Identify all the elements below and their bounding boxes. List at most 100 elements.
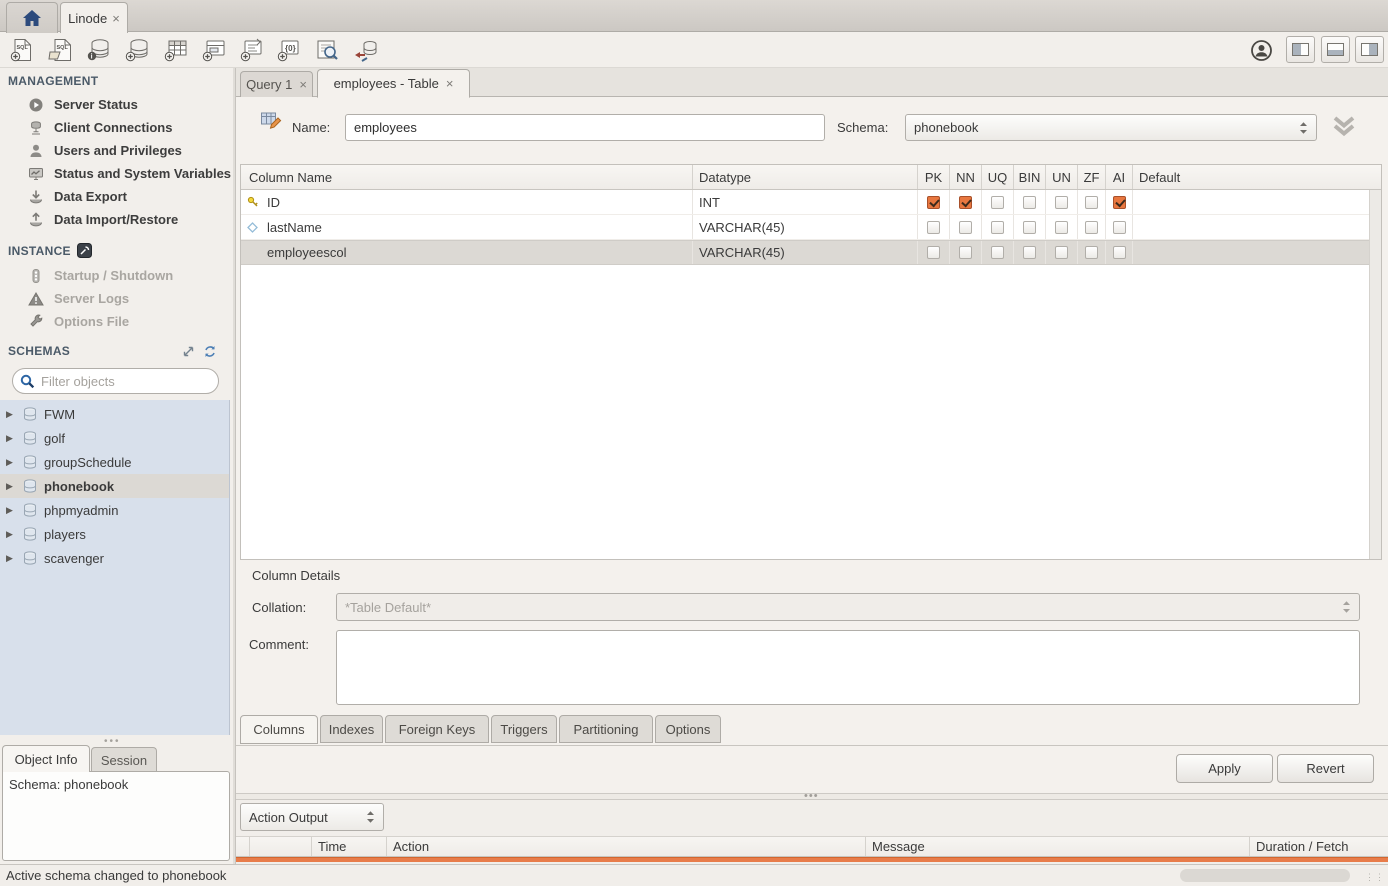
column-datatype[interactable]: VARCHAR(45) bbox=[693, 241, 918, 264]
expander-icon[interactable]: ▶ bbox=[6, 505, 16, 516]
apply-button[interactable]: Apply bbox=[1176, 754, 1273, 783]
pk-checkbox[interactable] bbox=[927, 246, 940, 259]
column-row-lastname[interactable]: lastName VARCHAR(45) bbox=[241, 215, 1381, 240]
output-selected-row[interactable] bbox=[236, 857, 1388, 862]
schema-row-groupschedule[interactable]: ▶ groupSchedule bbox=[0, 450, 229, 474]
spinner-arrows-icon[interactable] bbox=[1342, 600, 1351, 614]
schema-row-phpmyadmin[interactable]: ▶ phpmyadmin bbox=[0, 498, 229, 522]
nn-checkbox[interactable] bbox=[959, 196, 972, 209]
create-table-icon[interactable] bbox=[162, 37, 190, 63]
zf-checkbox[interactable] bbox=[1085, 221, 1098, 234]
tab-options[interactable]: Options bbox=[655, 715, 721, 743]
data-import-wizard-icon[interactable] bbox=[352, 37, 380, 63]
column-row-id[interactable]: ID INT bbox=[241, 190, 1381, 215]
header-bin[interactable]: BIN bbox=[1014, 165, 1046, 189]
nn-checkbox[interactable] bbox=[959, 246, 972, 259]
output-selector[interactable]: Action Output bbox=[240, 803, 384, 831]
uq-checkbox[interactable] bbox=[991, 221, 1004, 234]
close-icon[interactable]: × bbox=[112, 11, 120, 26]
output-header-message[interactable]: Message bbox=[866, 837, 1250, 856]
header-un[interactable]: UN bbox=[1046, 165, 1078, 189]
header-datatype[interactable]: Datatype bbox=[693, 165, 918, 189]
tab-session[interactable]: Session bbox=[91, 747, 157, 772]
sidebar-item-server-logs[interactable]: Server Logs bbox=[0, 287, 233, 310]
header-zf[interactable]: ZF bbox=[1078, 165, 1106, 189]
open-sql-script-icon[interactable]: SQL bbox=[46, 37, 74, 63]
output-header-time[interactable]: Time bbox=[312, 837, 387, 856]
output-splitter[interactable]: ••• bbox=[236, 793, 1388, 800]
connection-status-icon[interactable] bbox=[1247, 37, 1275, 63]
toggle-right-panel-button[interactable] bbox=[1355, 36, 1384, 63]
expand-schemas-icon[interactable] bbox=[182, 345, 195, 358]
schema-row-scavenger[interactable]: ▶ scavenger bbox=[0, 546, 229, 570]
tab-triggers[interactable]: Triggers bbox=[491, 715, 557, 743]
panel-resize-grip[interactable]: ••• bbox=[104, 736, 121, 747]
table-inspector-icon[interactable] bbox=[313, 37, 341, 63]
expander-icon[interactable]: ▶ bbox=[6, 529, 16, 540]
header-nn[interactable]: NN bbox=[950, 165, 982, 189]
column-row-employeescol[interactable]: employeescol VARCHAR(45) bbox=[241, 240, 1381, 265]
connection-tab[interactable]: Linode × bbox=[60, 2, 128, 33]
close-icon[interactable]: × bbox=[299, 77, 307, 92]
header-column-name[interactable]: Column Name bbox=[241, 165, 693, 189]
expander-icon[interactable]: ▶ bbox=[6, 553, 16, 564]
tab-partitioning[interactable]: Partitioning bbox=[559, 715, 653, 743]
spinner-arrows-icon[interactable] bbox=[1299, 121, 1308, 135]
comment-textarea[interactable] bbox=[336, 630, 1360, 705]
close-icon[interactable]: × bbox=[446, 76, 454, 91]
grid-vertical-scrollbar[interactable] bbox=[1369, 190, 1381, 559]
pk-checkbox[interactable] bbox=[927, 196, 940, 209]
create-procedure-icon[interactable] bbox=[238, 37, 266, 63]
spinner-arrows-icon[interactable] bbox=[366, 810, 375, 824]
expander-icon[interactable]: ▶ bbox=[6, 457, 16, 468]
column-datatype[interactable]: VARCHAR(45) bbox=[693, 215, 918, 239]
zf-checkbox[interactable] bbox=[1085, 246, 1098, 259]
expander-icon[interactable]: ▶ bbox=[6, 481, 16, 492]
home-tab[interactable] bbox=[6, 2, 58, 33]
bin-checkbox[interactable] bbox=[1023, 196, 1036, 209]
column-datatype[interactable]: INT bbox=[693, 190, 918, 214]
tab-columns[interactable]: Columns bbox=[240, 715, 318, 744]
column-default[interactable] bbox=[1133, 241, 1381, 264]
header-pk[interactable]: PK bbox=[918, 165, 950, 189]
sidebar-item-data-import[interactable]: Data Import/Restore bbox=[0, 208, 233, 231]
expander-icon[interactable]: ▶ bbox=[6, 409, 16, 420]
output-header-action[interactable]: Action bbox=[387, 837, 866, 856]
uq-checkbox[interactable] bbox=[991, 246, 1004, 259]
header-ai[interactable]: AI bbox=[1106, 165, 1133, 189]
create-view-icon[interactable] bbox=[200, 37, 228, 63]
sidebar-item-data-export[interactable]: Data Export bbox=[0, 185, 233, 208]
header-uq[interactable]: UQ bbox=[982, 165, 1014, 189]
un-checkbox[interactable] bbox=[1055, 246, 1068, 259]
sidebar-item-startup-shutdown[interactable]: Startup / Shutdown bbox=[0, 264, 233, 287]
ai-checkbox[interactable] bbox=[1113, 246, 1126, 259]
tab-indexes[interactable]: Indexes bbox=[320, 715, 383, 743]
ai-checkbox[interactable] bbox=[1113, 221, 1126, 234]
expand-form-chevron-icon[interactable] bbox=[1331, 114, 1357, 138]
bin-checkbox[interactable] bbox=[1023, 221, 1036, 234]
pk-checkbox[interactable] bbox=[927, 221, 940, 234]
database-info-icon[interactable]: i bbox=[85, 37, 113, 63]
tab-foreign-keys[interactable]: Foreign Keys bbox=[385, 715, 489, 743]
toggle-bottom-panel-button[interactable] bbox=[1321, 36, 1350, 63]
tab-object-info[interactable]: Object Info bbox=[2, 745, 90, 772]
window-resize-grip[interactable]: ⋮⋮ bbox=[1365, 872, 1385, 883]
nn-checkbox[interactable] bbox=[959, 221, 972, 234]
output-header-duration[interactable]: Duration / Fetch bbox=[1250, 837, 1388, 856]
schema-row-phonebook[interactable]: ▶ phonebook bbox=[0, 474, 229, 498]
new-sql-tab-icon[interactable]: SQL bbox=[8, 37, 36, 63]
toggle-left-panel-button[interactable] bbox=[1286, 36, 1315, 63]
bin-checkbox[interactable] bbox=[1023, 246, 1036, 259]
column-default[interactable] bbox=[1133, 215, 1381, 239]
header-default[interactable]: Default bbox=[1133, 165, 1381, 189]
uq-checkbox[interactable] bbox=[991, 196, 1004, 209]
create-function-icon[interactable]: {0} bbox=[275, 37, 303, 63]
refresh-schemas-icon[interactable] bbox=[203, 345, 217, 358]
schema-filter-input[interactable] bbox=[12, 368, 219, 394]
un-checkbox[interactable] bbox=[1055, 196, 1068, 209]
sidebar-item-client-connections[interactable]: Client Connections bbox=[0, 116, 233, 139]
tab-query-1[interactable]: Query 1 × bbox=[240, 71, 313, 97]
zf-checkbox[interactable] bbox=[1085, 196, 1098, 209]
schema-select[interactable]: phonebook bbox=[905, 114, 1317, 141]
un-checkbox[interactable] bbox=[1055, 221, 1068, 234]
